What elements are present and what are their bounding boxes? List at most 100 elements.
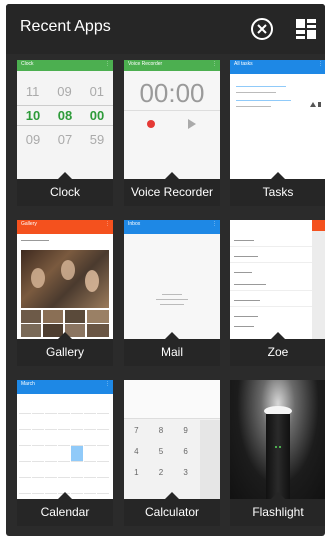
play-icon [188, 119, 196, 129]
app-card-calculator[interactable]: 7 8 9 4 5 6 1 2 3 Calculator [124, 380, 220, 526]
clock-picker: 11 09 01 10 08 00 09 07 59 [17, 84, 113, 147]
app-card-zoe[interactable]: Zoe [230, 220, 325, 366]
calendar-cell [32, 478, 44, 494]
app-card-mail[interactable]: Inbox ⋮ Mail [124, 220, 220, 366]
calendar-cell [32, 414, 44, 430]
app-card-calendar[interactable]: March ⋮ Calendar [17, 380, 113, 526]
calculator-key: 6 [183, 447, 188, 456]
flashlight-thumbnail [230, 380, 325, 499]
clock-row-lower: 09 07 59 [17, 132, 113, 147]
calculator-keypad: 7 8 9 4 5 6 1 2 3 [124, 420, 198, 499]
calendar-app-bar: March ⋮ [17, 380, 113, 394]
mail-app-bar: Inbox ⋮ [124, 220, 220, 234]
calculator-key: 1 [134, 468, 139, 477]
calendar-cell [71, 414, 83, 430]
calendar-cell [58, 446, 70, 462]
gallery-photo [21, 250, 109, 308]
calendar-cell [19, 430, 31, 446]
label-notch [271, 172, 285, 179]
calculator-key: 4 [134, 447, 139, 456]
menu-line [234, 240, 254, 241]
page-title: Recent Apps [20, 18, 111, 35]
app-card-gallery[interactable]: Gallery ⋮ Gallery [17, 220, 113, 366]
recent-apps-screen: Recent Apps Clock ⋮ 11 09 01 10 08 00 09… [6, 4, 325, 536]
zoe-app-bar [312, 220, 325, 231]
calendar-thumbnail: March ⋮ [17, 380, 113, 499]
app-label: Flashlight [230, 499, 325, 526]
menu-line [234, 284, 266, 285]
app-card-voice-recorder[interactable]: Voice Recorder ⋮ 00:00 Voice Recorder [124, 60, 220, 206]
flashlight-body-icon [266, 414, 290, 499]
gallery-tile [21, 310, 41, 323]
clock-value: 08 [57, 108, 73, 123]
calendar-cell [32, 462, 44, 478]
calendar-cell [71, 398, 83, 414]
app-card-clock[interactable]: Clock ⋮ 11 09 01 10 08 00 09 07 59 Clock [17, 60, 113, 206]
gallery-subheader [21, 240, 49, 241]
calendar-app-bar-title: March [21, 381, 35, 387]
menu-line [234, 326, 254, 327]
calculator-key: 3 [183, 468, 188, 477]
calendar-cell [84, 398, 96, 414]
empty-state-line [162, 294, 182, 295]
calendar-cell [32, 446, 44, 462]
overflow-menu-icon: ⋮ [212, 61, 217, 67]
overflow-menu-icon: ⋮ [318, 61, 323, 67]
gallery-tile [43, 310, 63, 323]
label-notch [165, 172, 179, 179]
key-row: 4 5 6 [124, 447, 198, 456]
calendar-cell [97, 398, 109, 414]
photo-person [31, 268, 45, 288]
calendar-cell [84, 446, 96, 462]
empty-state-line [156, 299, 188, 300]
label-notch [58, 172, 72, 179]
app-label: Calendar [17, 499, 113, 526]
app-card-flashlight[interactable]: Flashlight [230, 380, 325, 526]
tasks-thumbnail: All tasks ⋮ [230, 60, 325, 179]
led-indicator [279, 446, 281, 448]
recorder-timer: 00:00 [139, 78, 205, 108]
calculator-key: 2 [158, 468, 164, 477]
calendar-cell [19, 414, 31, 430]
app-label: Zoe [230, 339, 325, 366]
close-all-icon[interactable] [250, 17, 274, 41]
task-line [236, 92, 276, 93]
clock-row-selected: 10 08 00 [17, 105, 113, 126]
flag-icon [318, 102, 321, 107]
calendar-cell [58, 430, 70, 446]
calendar-cell [97, 478, 109, 494]
app-card-tasks[interactable]: All tasks ⋮ Tasks [230, 60, 325, 206]
label-notch [58, 492, 72, 499]
label-notch [58, 332, 72, 339]
calendar-cell [71, 462, 83, 478]
label-notch [271, 492, 285, 499]
operator-column [200, 420, 220, 499]
app-label: Calculator [124, 499, 220, 526]
calendar-cell [84, 430, 96, 446]
app-label: Tasks [230, 179, 325, 206]
calendar-cell [84, 478, 96, 494]
grid-layout-icon[interactable] [295, 18, 317, 40]
calculator-key: 7 [134, 426, 139, 435]
clock-value: 09 [57, 84, 72, 99]
calendar-cell [97, 414, 109, 430]
priority-icon [310, 102, 316, 107]
key-row: 1 2 3 [124, 468, 198, 477]
photo-person [61, 260, 75, 280]
task-line [236, 100, 291, 101]
gallery-app-bar: Gallery ⋮ [17, 220, 113, 234]
key-row: 7 8 9 [124, 426, 198, 435]
menu-line [230, 306, 312, 307]
calendar-cell [45, 462, 57, 478]
led-indicator [275, 446, 277, 448]
clock-value: 09 [25, 132, 41, 147]
empty-state-line [160, 304, 184, 305]
menu-line [230, 246, 312, 247]
calculator-display [124, 380, 220, 419]
calendar-cell [97, 446, 109, 462]
app-label: Mail [124, 339, 220, 366]
gallery-tile [65, 310, 85, 323]
calculator-key: 5 [158, 447, 164, 456]
gallery-tile [21, 324, 41, 337]
header: Recent Apps [6, 4, 325, 54]
